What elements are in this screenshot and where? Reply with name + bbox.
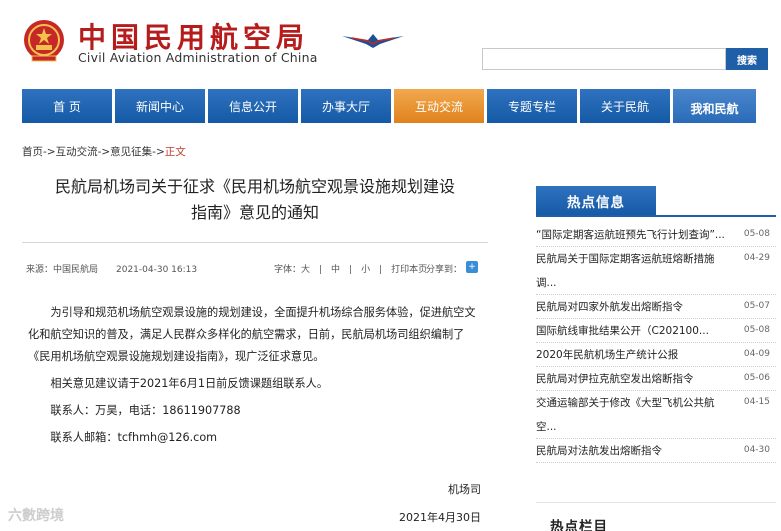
nav-info-disclosure[interactable]: 信息公开 [208, 89, 298, 123]
article-source-date: 来源：中国民航局 2021-04-30 16:13 [26, 265, 198, 275]
site-title-en: Civil Aviation Administration of China [78, 50, 318, 65]
list-item-title[interactable]: 国际航线审批结果公开（C202100... [536, 319, 732, 342]
nav-service-hall[interactable]: 办事大厅 [301, 89, 391, 123]
breadcrumb: 首页->互动交流->意见征集->正文 [22, 144, 186, 159]
search-bar: 搜索 [482, 48, 768, 70]
list-item-date: 05-08 [743, 325, 770, 335]
article-title: 民航局机场司关于征求《民用机场航空观景设施规划建设 指南》意见的通知 [22, 174, 488, 226]
list-item-title[interactable]: 交通运输部关于修改《大型飞机公共航空... [536, 391, 732, 439]
article-body: 为引导和规范机场航空观景设施的规划建设，全面提升机场综合服务体验，促进航空文化和… [28, 302, 484, 449]
list-item[interactable]: “国际定期客运航班预先飞行计划查询”... 05-08 [536, 223, 776, 247]
list-item-title[interactable]: 民航局对法航发出熔断指令 [536, 439, 732, 462]
article-paragraph: 相关意见建议请于2021年6月1日前反馈课题组联系人。 [50, 377, 329, 390]
hot-info-tab[interactable]: 热点信息 [536, 186, 656, 216]
list-item-date: 04-29 [743, 253, 770, 263]
article-contact: 联系人：万昊，电话：18611907788 [50, 404, 241, 417]
list-item-date: 05-08 [743, 229, 770, 239]
article-title-line1: 民航局机场司关于征求《民用机场航空观景设施规划建设 [54, 177, 455, 196]
nav-interaction[interactable]: 互动交流 [394, 89, 484, 123]
list-item-title[interactable]: 2020年民航机场生产统计公报 [536, 343, 732, 366]
watermark: 六數跨境 [8, 508, 64, 524]
nav-about[interactable]: 关于民航 [580, 89, 670, 123]
list-item-date: 05-07 [743, 301, 770, 311]
nav-home[interactable]: 首 页 [22, 89, 112, 123]
main-nav: 首 页 新闻中心 信息公开 办事大厅 互动交流 专题专栏 关于民航 我和民航 [22, 89, 781, 123]
article-paragraph: 为引导和规范机场航空观景设施的规划建设，全面提升机场综合服务体验，促进航空文化和… [28, 306, 476, 363]
font-size-controls[interactable]: 字体：大 | 中 | 小 | 打印本页 [274, 262, 427, 275]
article-email: 联系人邮箱：tcfhmh@126.com [50, 431, 218, 444]
list-item-title[interactable]: 民航局关于国际定期客运航班熔断措施调... [536, 247, 732, 295]
share-label: 分享到： [426, 265, 463, 275]
national-emblem-icon [24, 20, 64, 62]
site-header: 中国民用航空局 Civil Aviation Administration of… [0, 0, 781, 88]
list-item-date: 04-09 [743, 349, 770, 359]
article-date: 2021年4月30日 [399, 511, 481, 524]
list-item[interactable]: 民航局对伊拉克航空发出熔断指令 05-06 [536, 367, 776, 391]
breadcrumb-current: 正文 [164, 146, 186, 158]
hot-columns-title: 热点栏目 [550, 519, 608, 531]
list-item[interactable]: 国际航线审批结果公开（C202100... 05-08 [536, 319, 776, 343]
list-item-title[interactable]: 民航局对伊拉克航空发出熔断指令 [536, 367, 732, 390]
title-divider [22, 242, 488, 243]
list-item-title[interactable]: 民航局对四家外航发出熔断指令 [536, 295, 732, 318]
hot-info-list: “国际定期客运航班预先飞行计划查询”... 05-08 民航局关于国际定期客运航… [536, 223, 776, 463]
list-item[interactable]: 民航局对四家外航发出熔断指令 05-07 [536, 295, 776, 319]
list-item-date: 04-30 [743, 445, 770, 455]
nav-news[interactable]: 新闻中心 [115, 89, 205, 123]
list-item[interactable]: 民航局对法航发出熔断指令 04-30 [536, 439, 776, 463]
list-item[interactable]: 交通运输部关于修改《大型飞机公共航空... 04-15 [536, 391, 776, 439]
caac-wings-logo-icon [342, 34, 404, 48]
hot-info-divider [536, 215, 776, 217]
list-item-date: 04-15 [743, 397, 770, 407]
list-item[interactable]: 2020年民航机场生产统计公报 04-09 [536, 343, 776, 367]
article-title-line2: 指南》意见的通知 [190, 203, 319, 222]
hot-columns-box: 热点栏目 [536, 502, 776, 531]
search-input[interactable] [482, 48, 726, 70]
breadcrumb-path[interactable]: 首页->互动交流->意见征集-> [22, 146, 165, 158]
nav-topics[interactable]: 专题专栏 [487, 89, 577, 123]
article-meta: 来源：中国民航局 2021-04-30 16:13 字体：大 | 中 | 小 |… [22, 261, 488, 276]
list-item-title[interactable]: “国际定期客运航班预先飞行计划查询”... [536, 223, 732, 246]
list-item[interactable]: 民航局关于国际定期客运航班熔断措施调... 04-29 [536, 247, 776, 295]
list-item-date: 05-06 [743, 373, 770, 383]
share-plus-icon[interactable]: + [466, 261, 478, 273]
nav-me-and-caac[interactable]: 我和民航 [673, 89, 756, 123]
article-signature: 机场司 [448, 483, 481, 496]
search-button[interactable]: 搜索 [726, 48, 768, 70]
